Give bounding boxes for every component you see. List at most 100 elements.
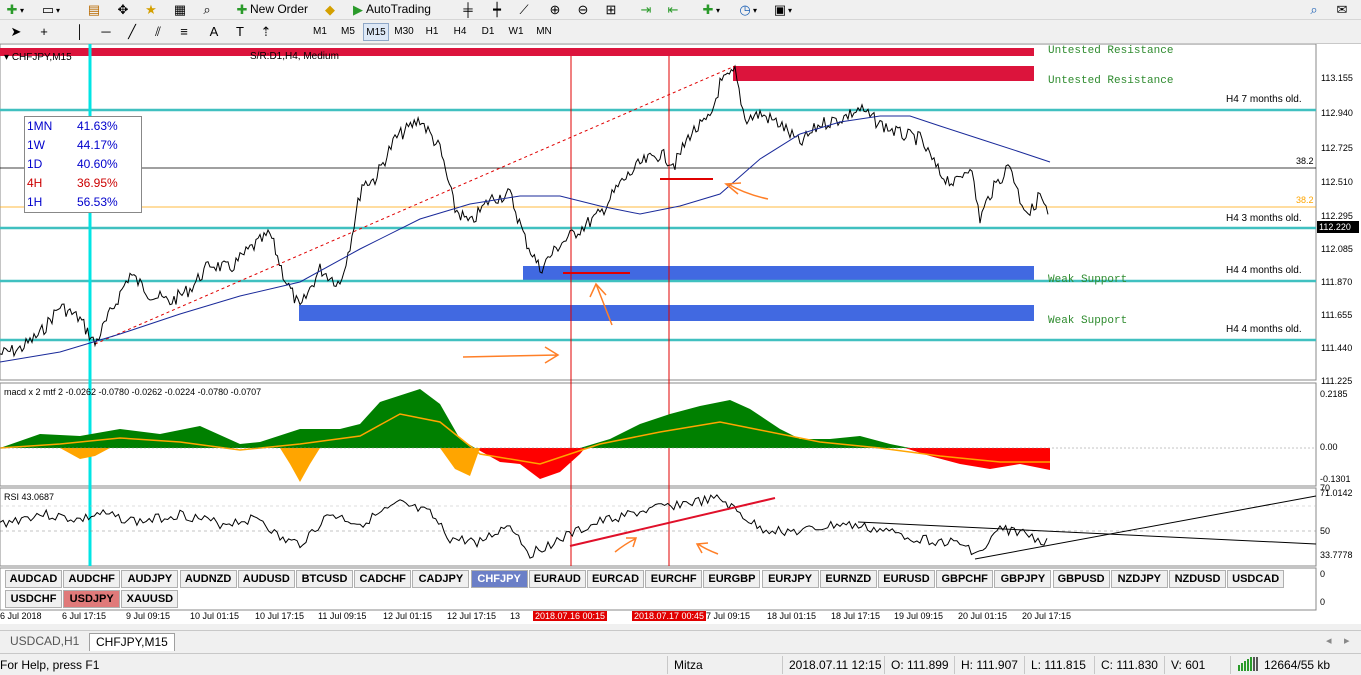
chat-button[interactable]: ✉ — [1334, 1, 1350, 18]
symbol-button-eurchf[interactable]: EURCHF — [645, 570, 703, 588]
symbol-button-usdchf[interactable]: USDCHF — [5, 590, 62, 608]
label-icon: T — [236, 23, 244, 39]
indicators-button[interactable]: ✚ ▾ — [700, 1, 720, 18]
bar-chart-button[interactable]: ╪ — [460, 1, 476, 18]
symbol-button-cadjpy[interactable]: CADJPY — [412, 570, 470, 588]
timeframe-h4-button[interactable]: H4 — [447, 23, 473, 41]
tab-scroll-right-icon[interactable]: ▸ — [1344, 634, 1350, 647]
horizontal-line-button[interactable]: ─ — [98, 23, 114, 40]
symbol-button-eurjpy[interactable]: EURJPY — [761, 570, 819, 588]
chart-shift-button[interactable]: ⇥ — [638, 1, 654, 18]
symbol-button-euraud[interactable]: EURAUD — [528, 570, 586, 588]
strategy-tester-button[interactable]: ⌕ — [199, 1, 215, 18]
strength-value: 36.95% — [77, 176, 118, 190]
symbol-button-audchf[interactable]: AUDCHF — [63, 570, 121, 588]
tab-chfjpy-m15[interactable]: CHFJPY,M15 — [89, 633, 175, 651]
price-tick-label: 112.940 — [1321, 108, 1353, 118]
symbol-button-chfjpy[interactable]: CHFJPY — [470, 570, 528, 588]
autotrading-button[interactable]: ▶ AutoTrading — [350, 1, 431, 18]
strength-timeframe: 4H — [27, 176, 43, 190]
main-toolbar: ✚ ▾ ▭ ▾ ▤ ✥ ★ ▦ ⌕ ✚ New Order ◆ ▶ AutoTradin… — [0, 0, 1361, 20]
profiles-button[interactable]: ▭ ▾ — [40, 1, 60, 18]
timeframe-m1-button[interactable]: M1 — [307, 23, 333, 41]
price-tick-label: 113.155 — [1321, 73, 1353, 83]
symbol-button-nzdusd[interactable]: NZDUSD — [1169, 570, 1226, 588]
status-profile: Mitza — [674, 658, 703, 672]
symbol-button-eurnzd[interactable]: EURNZD — [819, 570, 877, 588]
tab-scroll-left-icon[interactable]: ◂ — [1326, 634, 1332, 647]
vertical-line-button[interactable]: │ — [72, 23, 88, 40]
symbol-button-gbpchf[interactable]: GBPCHF — [936, 570, 994, 588]
chat-icon: ✉ — [1336, 1, 1348, 17]
symbol-button-eurcad[interactable]: EURCAD — [587, 570, 644, 588]
periods-button[interactable]: ◷ ▾ — [737, 1, 757, 18]
templates-button[interactable]: ▣ ▾ — [772, 1, 792, 18]
symbol-button-usdjpy[interactable]: USDJPY — [63, 590, 121, 608]
strength-value: 44.17% — [77, 138, 118, 152]
timeframe-m30-button[interactable]: M30 — [391, 23, 417, 41]
indicators-icon: ✚ — [702, 1, 714, 17]
timeframe-m5-button[interactable]: M5 — [335, 23, 361, 41]
dropdown-arrow-icon: ▾ — [753, 6, 758, 15]
horizontal-line-icon: ─ — [101, 23, 111, 39]
symbol-button-eurusd[interactable]: EURUSD — [878, 570, 935, 588]
zone-label-untested-1: Untested Resistance — [1048, 45, 1174, 55]
terminal-button[interactable]: ▦ — [172, 1, 188, 18]
fibonacci-button[interactable]: ≡ — [176, 23, 192, 40]
label-tool-button[interactable]: T — [232, 23, 248, 40]
autoscroll-button[interactable]: ⇤ — [665, 1, 681, 18]
symbol-button-gbpjpy[interactable]: GBPJPY — [994, 570, 1052, 588]
new-order-button[interactable]: ✚ New Order — [234, 1, 308, 18]
rsi-caption: RSI 43.0687 — [4, 492, 55, 502]
symbol-button-cadchf[interactable]: CADCHF — [354, 570, 412, 588]
zoom-in-button[interactable]: ⊕ — [547, 1, 563, 18]
trendline-button[interactable]: ╱ — [124, 23, 140, 40]
timeframe-h1-button[interactable]: H1 — [419, 23, 445, 41]
symbol-button-audusd[interactable]: AUDUSD — [237, 570, 295, 588]
crosshair-tool-icon: + — [40, 23, 48, 39]
price-tick-label: 112.510 — [1321, 177, 1353, 187]
timeframe-m15-button[interactable]: M15 — [363, 23, 389, 41]
symbol-button-gbpusd[interactable]: GBPUSD — [1052, 570, 1110, 588]
text-tool-button[interactable]: A — [206, 23, 222, 40]
bar-chart-icon: ╪ — [463, 1, 473, 17]
timeframe-w1-button[interactable]: W1 — [503, 23, 529, 41]
symbol-button-eurgbp[interactable]: EURGBP — [703, 570, 761, 588]
search-button[interactable]: ⌕ — [1306, 1, 1322, 18]
symbol-button-audnzd[interactable]: AUDNZD — [179, 570, 237, 588]
metaeditor-button[interactable]: ◆ — [322, 1, 338, 18]
crosshair-tool-button[interactable]: + — [36, 23, 52, 40]
symbol-button-audjpy[interactable]: AUDJPY — [121, 570, 179, 588]
dropdown-arrow-icon: ▾ — [56, 6, 61, 15]
strength-axis-bottom: 0 — [1320, 597, 1326, 607]
chart-window[interactable]: ▾ CHFJPY,M15 S/R:D1,H4, Medium 1MN 41.63%… — [0, 44, 1361, 624]
window-icon: ▭ — [41, 1, 55, 17]
cursor-button[interactable]: ➤ — [8, 23, 24, 40]
timeframe-mn-button[interactable]: MN — [531, 23, 557, 41]
symbol-button-audcad[interactable]: AUDCAD — [5, 570, 62, 588]
editor-icon: ◆ — [325, 1, 335, 17]
symbol-button-nzdjpy[interactable]: NZDJPY — [1110, 570, 1168, 588]
tab-usdcad-h1[interactable]: USDCAD,H1 — [4, 633, 85, 651]
data-window-button[interactable]: ✥ — [115, 1, 131, 18]
arrows-button[interactable]: ⇡ — [258, 23, 274, 40]
tile-windows-button[interactable]: ⊞ — [603, 1, 619, 18]
channel-button[interactable]: ⫽ — [150, 23, 166, 40]
time-tick-label: 11 Jul 09:15 — [318, 611, 367, 621]
market-watch-button[interactable]: ▤ — [86, 1, 102, 18]
price-tick-label: 111.440 — [1321, 343, 1353, 353]
symbol-button-xauusd[interactable]: XAUUSD — [121, 590, 179, 608]
navigator-button[interactable]: ★ — [143, 1, 159, 18]
symbol-button-btcusd[interactable]: BTCUSD — [296, 570, 353, 588]
price-tick-label: 111.655 — [1321, 310, 1353, 320]
timeframe-d1-button[interactable]: D1 — [475, 23, 501, 41]
symbol-button-usdcad[interactable]: USDCAD — [1227, 570, 1285, 588]
strength-axis-top: 0 — [1320, 569, 1326, 579]
zoom-out-button[interactable]: ⊖ — [575, 1, 591, 18]
candlestick-button[interactable]: ┿ — [489, 1, 505, 18]
price-chart[interactable] — [0, 44, 1361, 624]
new-chart-button[interactable]: ✚ ▾ — [4, 1, 24, 18]
status-divider — [667, 656, 668, 674]
line-chart-button[interactable]: ⟋ — [516, 1, 532, 18]
status-datetime: 2018.07.11 12:15 — [789, 658, 882, 672]
